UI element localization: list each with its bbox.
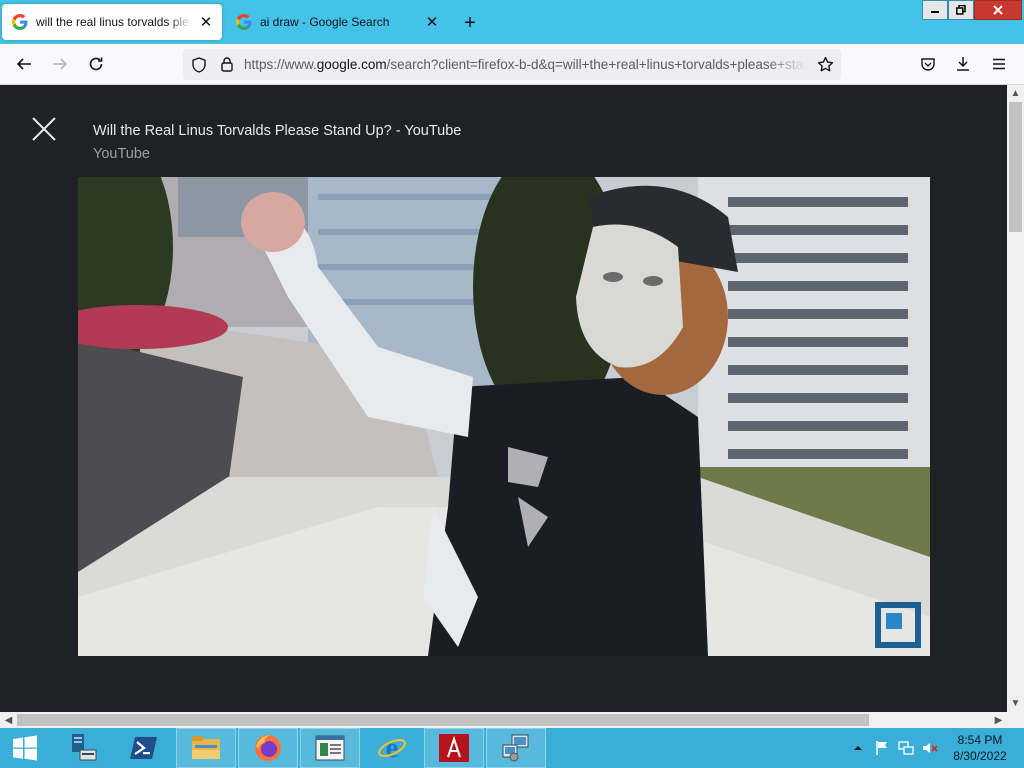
pocket-icon bbox=[921, 58, 935, 71]
clock-time: 8:54 PM bbox=[957, 733, 1003, 747]
taskbar-server-manager[interactable] bbox=[52, 728, 112, 768]
viewer-title[interactable]: Will the Real Linus Torvalds Please Stan… bbox=[93, 123, 461, 139]
scroll-up-arrow-icon[interactable]: ▲ bbox=[1007, 85, 1024, 102]
google-g-icon bbox=[236, 14, 252, 30]
forward-arrow-icon bbox=[53, 58, 68, 70]
taskbar-powershell[interactable] bbox=[114, 728, 174, 768]
document-app-icon bbox=[315, 735, 345, 761]
image-viewer-panel: Will the Real Linus Torvalds Please Stan… bbox=[0, 85, 1007, 712]
internet-explorer-icon: e bbox=[378, 733, 406, 763]
network-tray-button[interactable] bbox=[898, 740, 914, 756]
restore-window-button[interactable] bbox=[948, 0, 974, 20]
forward-button[interactable] bbox=[48, 52, 72, 76]
close-icon bbox=[32, 117, 56, 141]
pocket-button[interactable] bbox=[916, 52, 940, 76]
back-arrow-icon bbox=[16, 58, 31, 70]
taskbar-firefox[interactable] bbox=[238, 728, 298, 768]
firefox-icon bbox=[255, 735, 281, 761]
video-thumbnail[interactable] bbox=[78, 177, 930, 656]
show-hidden-icons-button[interactable] bbox=[850, 740, 866, 756]
lock-icon[interactable] bbox=[219, 56, 235, 72]
downloads-button[interactable] bbox=[951, 52, 975, 76]
server-manager-icon bbox=[72, 734, 97, 761]
red-app-icon bbox=[439, 734, 469, 762]
reload-icon bbox=[89, 57, 103, 71]
network-icon bbox=[898, 741, 914, 755]
video-still-image bbox=[78, 177, 930, 656]
taskbar-document-app[interactable] bbox=[300, 728, 360, 768]
close-tab-icon[interactable]: ✕ bbox=[424, 14, 440, 31]
clock-date: 8/30/2022 bbox=[953, 749, 1007, 763]
svg-text:e: e bbox=[386, 733, 398, 763]
close-icon bbox=[993, 5, 1003, 15]
chevron-up-icon bbox=[854, 746, 862, 750]
vertical-scrollbar-thumb[interactable] bbox=[1009, 102, 1022, 232]
taskbar-internet-explorer[interactable]: e bbox=[362, 728, 422, 768]
reload-button[interactable] bbox=[84, 52, 108, 76]
scroll-right-arrow-icon[interactable]: ▶ bbox=[990, 712, 1007, 728]
url-host: google.com bbox=[316, 57, 387, 72]
hamburger-menu-icon bbox=[993, 58, 1005, 70]
screen: will the real linus torvalds please stan… bbox=[0, 0, 1024, 768]
viewer-source[interactable]: YouTube bbox=[93, 146, 150, 162]
close-viewer-button[interactable] bbox=[31, 116, 57, 142]
minimize-icon bbox=[931, 11, 939, 13]
volume-muted-icon bbox=[923, 743, 938, 753]
tab-title: will the real linus torvalds please stan… bbox=[36, 15, 192, 29]
url-path: /search?client=firefox-b-d&q=will+the+re… bbox=[386, 57, 806, 72]
navigation-toolbar: https://www.google.com/search?client=fir… bbox=[0, 44, 1024, 85]
volume-tray-button[interactable] bbox=[922, 740, 938, 756]
scroll-left-arrow-icon[interactable]: ◀ bbox=[0, 712, 17, 728]
url-prefix: https://www. bbox=[244, 57, 317, 72]
tab-title: ai draw - Google Search bbox=[260, 15, 390, 29]
windows-taskbar: e 8:54 PM 8/30/2022 bbox=[0, 728, 1024, 768]
horizontal-scrollbar-thumb[interactable] bbox=[17, 714, 869, 726]
vertical-scrollbar[interactable]: ▲ ▼ bbox=[1007, 85, 1024, 712]
url-bar[interactable]: https://www.google.com/search?client=fir… bbox=[183, 49, 841, 80]
start-icon bbox=[13, 735, 37, 761]
back-button[interactable] bbox=[12, 52, 36, 76]
taskbar-file-explorer[interactable] bbox=[176, 728, 236, 768]
scroll-down-arrow-icon[interactable]: ▼ bbox=[1007, 695, 1024, 712]
taskbar-clock[interactable]: 8:54 PM 8/30/2022 bbox=[944, 732, 1016, 764]
restore-icon bbox=[956, 5, 966, 15]
flag-icon bbox=[876, 741, 887, 755]
app-menu-button[interactable] bbox=[987, 52, 1011, 76]
horizontal-scrollbar[interactable]: ◀ ▶ bbox=[0, 712, 1024, 728]
taskbar-red-app[interactable] bbox=[424, 728, 484, 768]
browser-tab-bar: will the real linus torvalds please stan… bbox=[0, 0, 1024, 44]
close-tab-icon[interactable]: ✕ bbox=[198, 14, 214, 31]
powershell-icon bbox=[130, 737, 157, 759]
taskbar-network-app[interactable] bbox=[486, 728, 546, 768]
download-icon bbox=[957, 57, 969, 71]
minimize-window-button[interactable] bbox=[922, 0, 948, 20]
new-tab-button[interactable]: + bbox=[459, 12, 481, 34]
file-explorer-icon bbox=[192, 736, 220, 759]
tracking-shield-icon[interactable] bbox=[191, 57, 207, 73]
google-g-icon bbox=[12, 14, 28, 30]
url-text[interactable]: https://www.google.com/search?client=fir… bbox=[244, 57, 806, 72]
close-window-button[interactable] bbox=[974, 0, 1022, 20]
tab-will-the-real-linus[interactable]: will the real linus torvalds please stan… bbox=[2, 4, 222, 40]
bookmark-star-icon[interactable] bbox=[817, 56, 834, 73]
action-center-flag-button[interactable] bbox=[874, 740, 890, 756]
start-button[interactable] bbox=[0, 728, 50, 768]
tab-ai-draw[interactable]: ai draw - Google Search ✕ bbox=[226, 4, 448, 40]
network-app-icon bbox=[502, 734, 529, 762]
